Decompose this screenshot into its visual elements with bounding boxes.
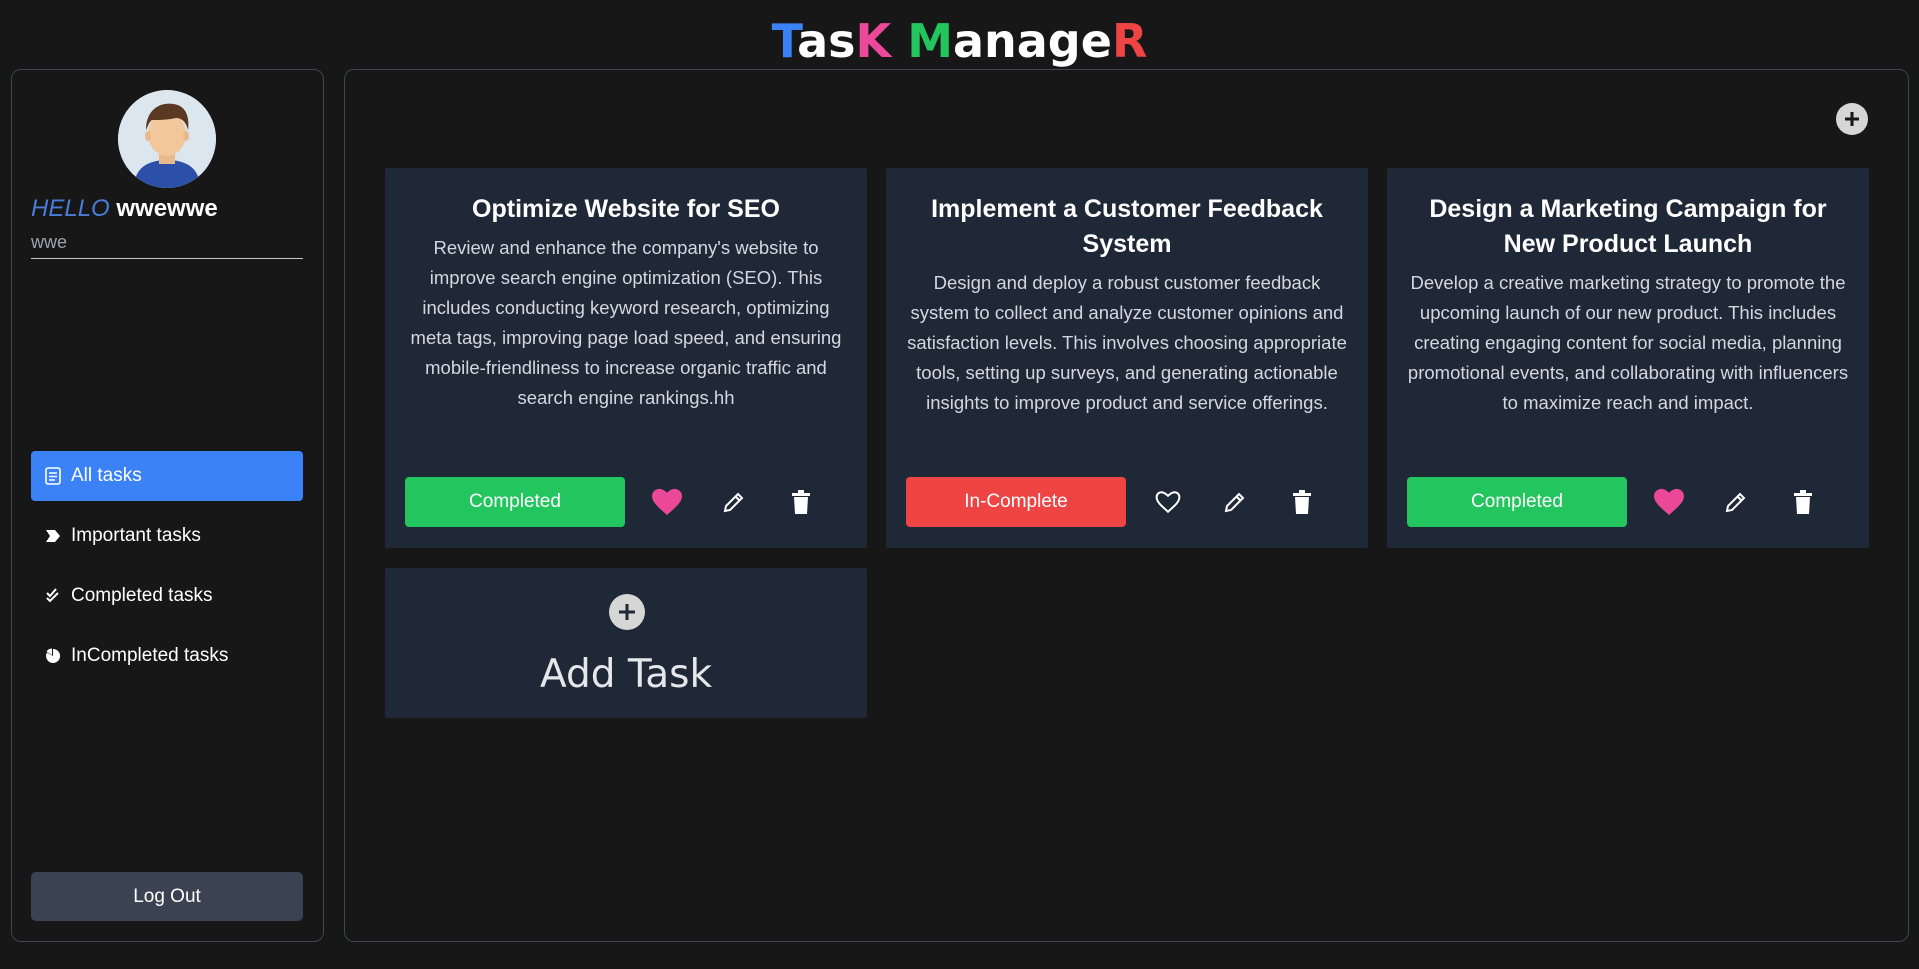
avatar-illustration	[118, 90, 216, 188]
trash-icon[interactable]	[786, 487, 816, 517]
user-name: wwewwe	[116, 195, 218, 222]
trash-icon[interactable]	[1287, 487, 1317, 517]
logout-button[interactable]: Log Out	[31, 872, 303, 921]
task-card: Implement a Customer Feedback System Des…	[886, 168, 1368, 548]
trash-icon[interactable]	[1788, 487, 1818, 517]
sidebar-item-label: All tasks	[71, 465, 142, 486]
add-task-card[interactable]: Add Task	[385, 568, 867, 718]
sidebar: HELLO wwewwe wwe All tasks Important tas…	[11, 69, 324, 942]
heart-filled-icon[interactable]	[1654, 487, 1684, 517]
app-title: TasK ManageR	[0, 14, 1919, 68]
sidebar-item-label: Completed tasks	[71, 585, 213, 606]
task-board: Optimize Website for SEO Review and enha…	[344, 69, 1909, 942]
list-icon	[43, 466, 63, 486]
edit-pencil-icon[interactable]	[1721, 487, 1751, 517]
task-status-button[interactable]: Completed	[405, 477, 625, 527]
task-title: Design a Marketing Campaign for New Prod…	[1429, 195, 1827, 258]
app-title-letter: R	[1111, 14, 1148, 68]
app-title-letter	[891, 14, 907, 68]
task-actions: Completed	[405, 477, 816, 527]
sidebar-item-label: Important tasks	[71, 525, 201, 546]
task-status-button[interactable]: In-Complete	[906, 477, 1126, 527]
add-task-label: Add Task	[539, 652, 713, 697]
sidebar-item-important-tasks[interactable]: Important tasks	[31, 511, 303, 561]
add-task-icon-button[interactable]	[1836, 103, 1868, 135]
task-status-button[interactable]: Completed	[1407, 477, 1627, 527]
app-title-letter: K	[855, 14, 892, 68]
greeting: HELLO wwewwe	[31, 195, 218, 223]
task-description: Develop a creative marketing strategy to…	[1407, 272, 1849, 413]
plus-circle-icon	[609, 594, 645, 630]
task-card: Optimize Website for SEO Review and enha…	[385, 168, 867, 548]
app-title-letter: anage	[952, 14, 1112, 68]
app-title-letter: M	[907, 14, 953, 68]
sidebar-item-completed-tasks[interactable]: Completed tasks	[31, 571, 303, 621]
double-check-icon	[43, 586, 63, 606]
edit-pencil-icon[interactable]	[1220, 487, 1250, 517]
plus-icon	[1845, 112, 1859, 126]
tag-icon	[43, 526, 63, 546]
task-actions: In-Complete	[906, 477, 1317, 527]
sidebar-item-label: InCompleted tasks	[71, 645, 229, 666]
task-actions: Completed	[1407, 477, 1818, 527]
avatar	[118, 90, 216, 188]
edit-pencil-icon[interactable]	[719, 487, 749, 517]
pie-icon	[43, 646, 63, 666]
task-description: Design and deploy a robust customer feed…	[907, 272, 1347, 413]
sidebar-item-all-tasks[interactable]: All tasks	[31, 451, 303, 501]
task-title: Implement a Customer Feedback System	[931, 195, 1323, 258]
sidebar-item-incompleted-tasks[interactable]: InCompleted tasks	[31, 631, 303, 681]
task-card: Design a Marketing Campaign for New Prod…	[1387, 168, 1869, 548]
heart-outline-icon[interactable]	[1153, 487, 1183, 517]
greeting-hello: HELLO	[31, 195, 110, 222]
heart-filled-icon[interactable]	[652, 487, 682, 517]
user-email: wwe	[31, 229, 303, 259]
task-description: Review and enhance the company's website…	[410, 237, 842, 408]
app-title-letter: T	[771, 14, 798, 68]
task-title: Optimize Website for SEO	[472, 195, 780, 223]
app-title-letter: as	[797, 14, 856, 68]
